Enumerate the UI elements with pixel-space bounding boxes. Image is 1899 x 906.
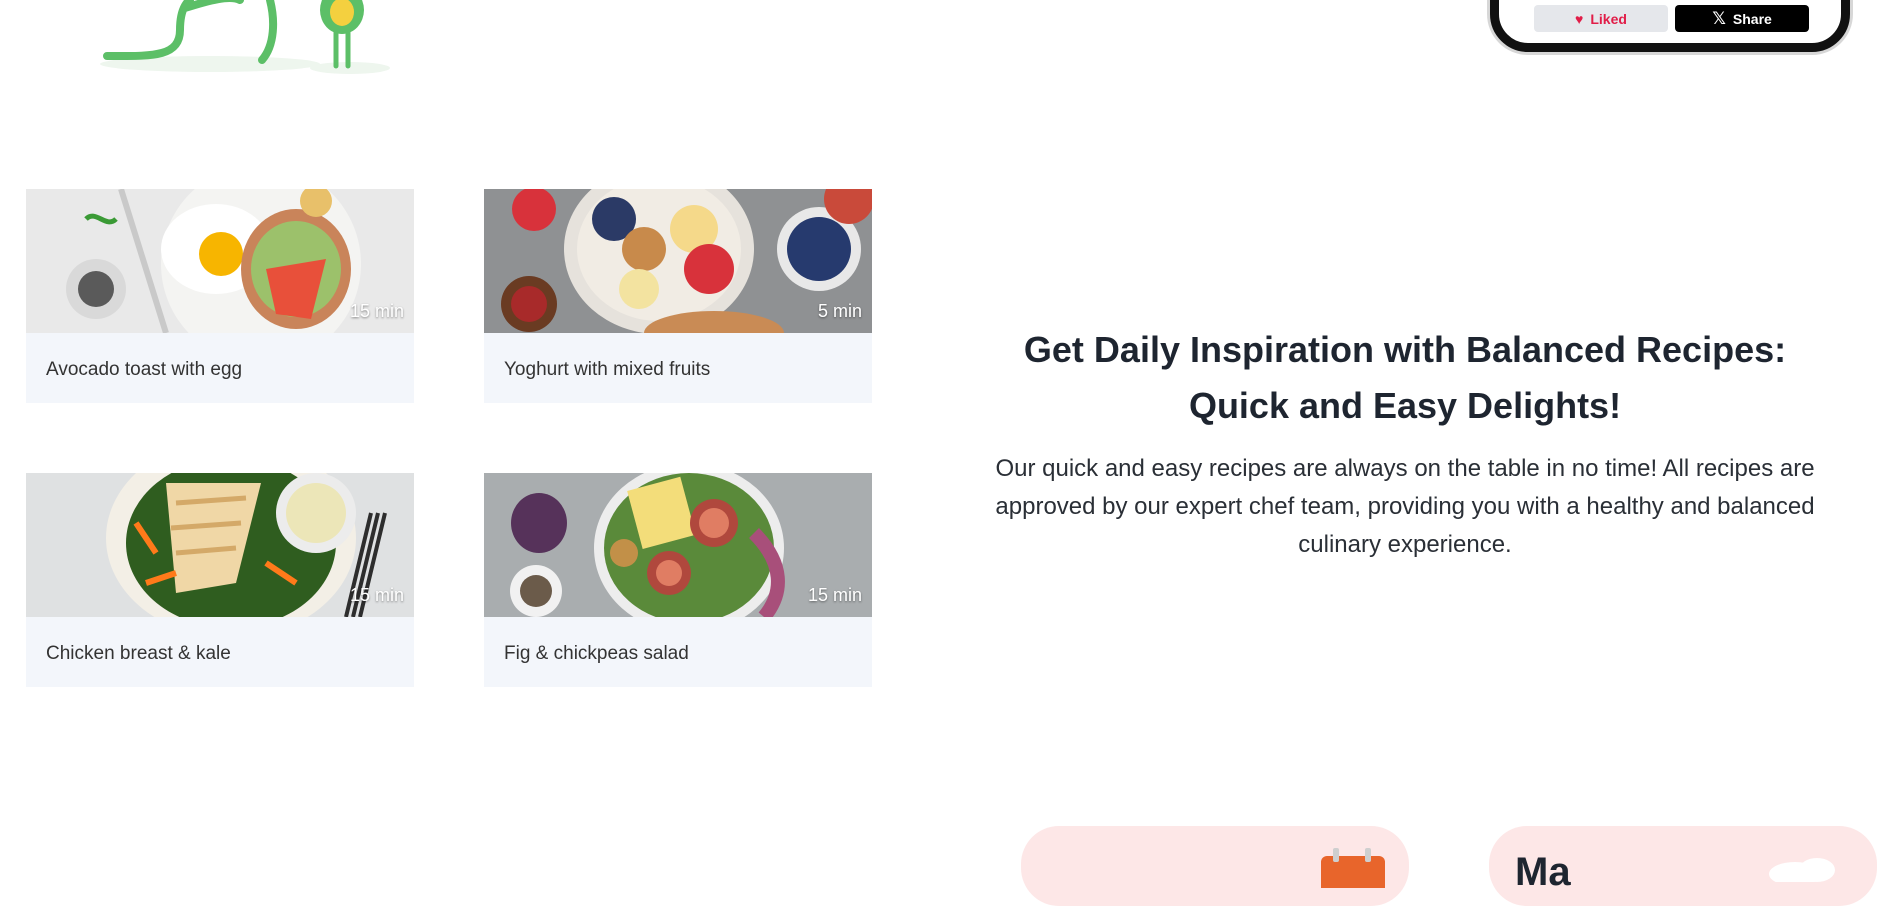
x-logo-icon: 𝕏: [1712, 8, 1726, 28]
section-description: Our quick and easy recipes are always on…: [995, 455, 1815, 558]
liked-button[interactable]: ♥ Liked: [1534, 5, 1668, 32]
recipe-image: 15 min: [26, 189, 414, 333]
info-section: Get Daily Inspiration with Balanced Reci…: [970, 322, 1840, 564]
feature-card-title: Ma: [1515, 850, 1571, 894]
calendar-icon: [1321, 848, 1385, 888]
recipe-time: 15 min: [349, 301, 404, 321]
recipe-title: Fig & chickpeas salad: [504, 643, 689, 664]
heart-icon: ♥: [1575, 10, 1584, 27]
recipe-title: Avocado toast with egg: [46, 359, 243, 380]
recipe-title: Chicken breast & kale: [46, 643, 231, 664]
recipe-image: 15 min: [484, 473, 872, 617]
section-heading: Get Daily Inspiration with Balanced Reci…: [1023, 329, 1787, 426]
recipe-card[interactable]: 15 min Chicken breast & kale: [26, 473, 414, 687]
share-label: Share: [1732, 10, 1772, 27]
phone-mockup: ♥ Liked 𝕏 Share: [1490, 0, 1850, 52]
cloud-icon: [1769, 858, 1835, 882]
recipe-time: 15 min: [807, 585, 862, 605]
share-button[interactable]: 𝕏 Share: [1675, 5, 1809, 32]
recipe-time: 15 min: [349, 585, 404, 605]
recipe-card[interactable]: 5 min Yoghurt with mixed fruits: [484, 189, 872, 403]
liked-label: Liked: [1590, 10, 1627, 27]
recipe-image: 15 min: [26, 473, 414, 617]
recipe-card[interactable]: 15 min Fig & chickpeas salad: [484, 473, 872, 687]
recipe-image: 5 min: [484, 189, 872, 333]
recipe-title: Yoghurt with mixed fruits: [504, 359, 711, 380]
recipe-time: 5 min: [817, 301, 862, 321]
feature-card[interactable]: [1021, 826, 1409, 906]
feature-card[interactable]: Ma: [1489, 826, 1877, 906]
hero-illustration: [90, 0, 400, 80]
recipe-card[interactable]: 15 min Avocado toast with egg: [26, 189, 414, 403]
